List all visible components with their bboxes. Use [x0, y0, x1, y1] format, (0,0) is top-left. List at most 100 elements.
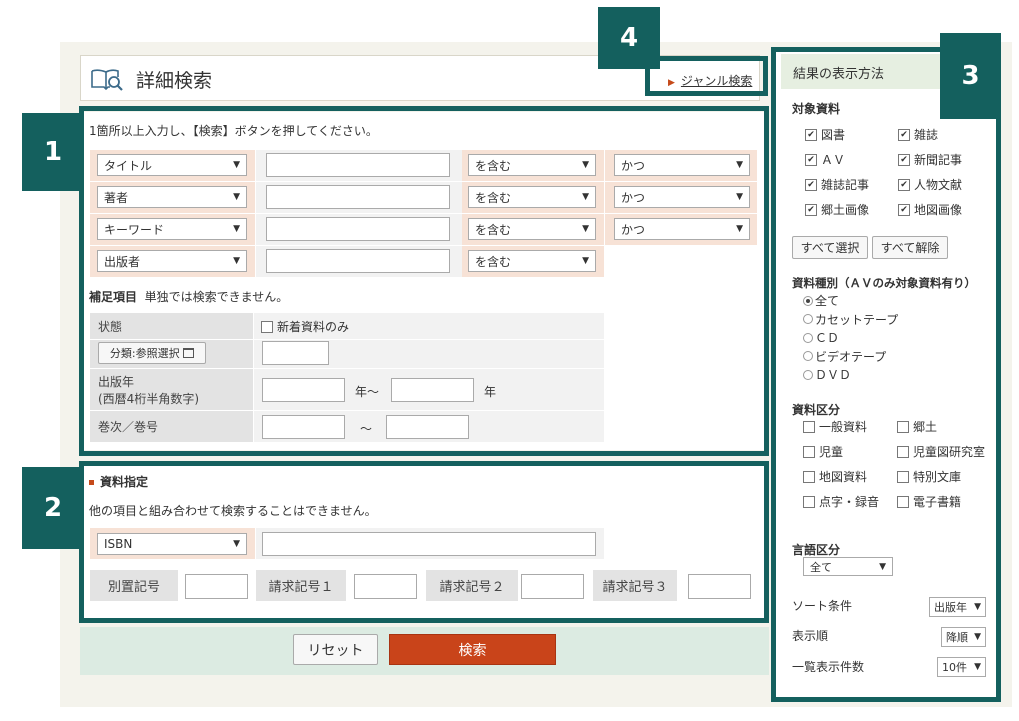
volume-from-input[interactable] [262, 415, 345, 439]
field-select[interactable]: キーワード ▼ [97, 218, 247, 240]
category-option[interactable]: 児童 [803, 443, 843, 460]
match-select[interactable]: を含む ▼ [468, 186, 596, 208]
count-select[interactable]: 10件 ▼ [937, 657, 986, 677]
media-option[interactable]: ＣＤ [803, 329, 839, 346]
isbn-input[interactable] [262, 532, 596, 556]
pub-year-from-suffix: 年～ [355, 385, 380, 399]
category-option[interactable]: 地図資料 [803, 468, 867, 485]
select-all-button[interactable]: すべて選択 [792, 236, 868, 259]
logic-select-value: かつ [621, 158, 646, 173]
supplement-title: 補足項目 [89, 290, 138, 304]
media-radio[interactable] [803, 332, 813, 343]
category-checkbox[interactable] [897, 495, 909, 508]
keyword-input[interactable] [266, 185, 450, 209]
sort-select[interactable]: 出版年 ▼ [929, 597, 986, 617]
category-option[interactable]: 点字・録音 [803, 493, 879, 510]
target-option[interactable]: ✔ 地図画像 [898, 201, 962, 218]
media-option[interactable]: ＤＶＤ [803, 366, 851, 383]
logic-select[interactable]: かつ ▼ [614, 154, 750, 176]
category-label: 点字・録音 [819, 495, 880, 509]
clear-all-button[interactable]: すべて解除 [872, 236, 948, 259]
category-option[interactable]: 特別文庫 [897, 468, 961, 485]
target-option[interactable]: ✔ 雑誌 [898, 126, 938, 143]
category-checkbox[interactable] [897, 470, 909, 483]
target-checkbox[interactable]: ✔ [898, 128, 910, 141]
new-only-checkbox[interactable] [261, 320, 273, 333]
target-checkbox[interactable]: ✔ [805, 128, 817, 141]
target-checkbox[interactable]: ✔ [805, 203, 817, 216]
order-label: 表示順 [792, 629, 829, 643]
media-radio[interactable] [803, 369, 813, 380]
match-select[interactable]: を含む ▼ [468, 218, 596, 240]
volume-label: 巻次／巻号 [90, 411, 253, 442]
order-select[interactable]: 降順 ▼ [941, 627, 986, 647]
category-checkbox[interactable] [803, 495, 815, 508]
target-checkbox[interactable]: ✔ [805, 153, 817, 166]
pub-year-to-input[interactable] [391, 378, 474, 402]
classification-button[interactable]: 分類:参照選択 [98, 342, 206, 364]
category-option[interactable]: 郷土 [897, 418, 937, 435]
category-label: 電子書籍 [913, 495, 962, 509]
category-checkbox[interactable] [897, 420, 909, 433]
media-option[interactable]: カセットテープ [803, 311, 898, 328]
search-button[interactable]: 検索 [389, 634, 556, 665]
category-label: 郷土 [913, 420, 938, 434]
category-option[interactable]: 電子書籍 [897, 493, 961, 510]
code-input[interactable] [185, 574, 248, 599]
target-option[interactable]: ✔ 人物文献 [898, 176, 962, 193]
target-label: 新聞記事 [914, 153, 963, 167]
target-option[interactable]: ✔ 雑誌記事 [805, 176, 869, 193]
category-option[interactable]: 児童図研究室 [897, 443, 985, 460]
media-radio[interactable] [803, 314, 813, 324]
genre-search-link[interactable]: ▶ ジャンル検索 [668, 72, 752, 89]
match-select-value: を含む [475, 158, 512, 173]
code-input[interactable] [688, 574, 751, 599]
target-checkbox[interactable]: ✔ [805, 178, 817, 191]
media-radio[interactable] [803, 295, 813, 306]
pub-year-to-suffix: 年 [484, 385, 497, 399]
media-label: 全て [815, 294, 840, 308]
target-option[interactable]: ✔ ＡＶ [805, 151, 845, 168]
code-input[interactable] [521, 574, 584, 599]
target-checkbox[interactable]: ✔ [898, 203, 910, 216]
category-checkbox[interactable] [803, 470, 815, 483]
target-checkbox[interactable]: ✔ [898, 178, 910, 191]
dropdown-arrow-icon: ▼ [736, 224, 743, 234]
media-option[interactable]: 全て [803, 292, 839, 309]
category-checkbox[interactable] [803, 420, 815, 433]
dropdown-arrow-icon: ▼ [879, 561, 886, 572]
target-checkbox[interactable]: ✔ [898, 153, 910, 166]
match-select-value: を含む [475, 190, 512, 205]
field-select[interactable]: 出版者 ▼ [97, 250, 247, 272]
keyword-input[interactable] [266, 217, 450, 241]
volume-to-input[interactable] [386, 415, 469, 439]
keyword-input[interactable] [266, 249, 450, 273]
dropdown-arrow-icon: ▼ [974, 662, 981, 672]
new-only-label: 新着資料のみ [277, 320, 350, 334]
target-label: 地図画像 [914, 203, 963, 217]
match-select[interactable]: を含む ▼ [468, 154, 596, 176]
dropdown-arrow-icon: ▼ [582, 160, 589, 170]
category-option[interactable]: 一般資料 [803, 418, 867, 435]
reset-button[interactable]: リセット [293, 634, 378, 665]
target-option[interactable]: ✔ 郷土画像 [805, 201, 869, 218]
keyword-input[interactable] [266, 153, 450, 177]
target-option[interactable]: ✔ 新聞記事 [898, 151, 962, 168]
field-select[interactable]: 著者 ▼ [97, 186, 247, 208]
dropdown-arrow-icon: ▼ [233, 256, 240, 266]
category-checkbox[interactable] [897, 445, 909, 458]
media-radio[interactable] [803, 351, 813, 361]
isbn-select[interactable]: ISBN ▼ [97, 533, 247, 555]
logic-select[interactable]: かつ ▼ [614, 218, 750, 240]
classification-input[interactable] [262, 341, 329, 365]
new-only-option[interactable]: 新着資料のみ [261, 318, 349, 335]
code-input[interactable] [354, 574, 417, 599]
target-option[interactable]: ✔ 図書 [805, 126, 845, 143]
field-select[interactable]: タイトル ▼ [97, 154, 247, 176]
match-select[interactable]: を含む ▼ [468, 250, 596, 272]
language-select[interactable]: 全て ▼ [803, 557, 893, 576]
category-checkbox[interactable] [803, 445, 815, 458]
logic-select[interactable]: かつ ▼ [614, 186, 750, 208]
media-option[interactable]: ビデオテープ [803, 348, 886, 365]
pub-year-from-input[interactable] [262, 378, 345, 402]
